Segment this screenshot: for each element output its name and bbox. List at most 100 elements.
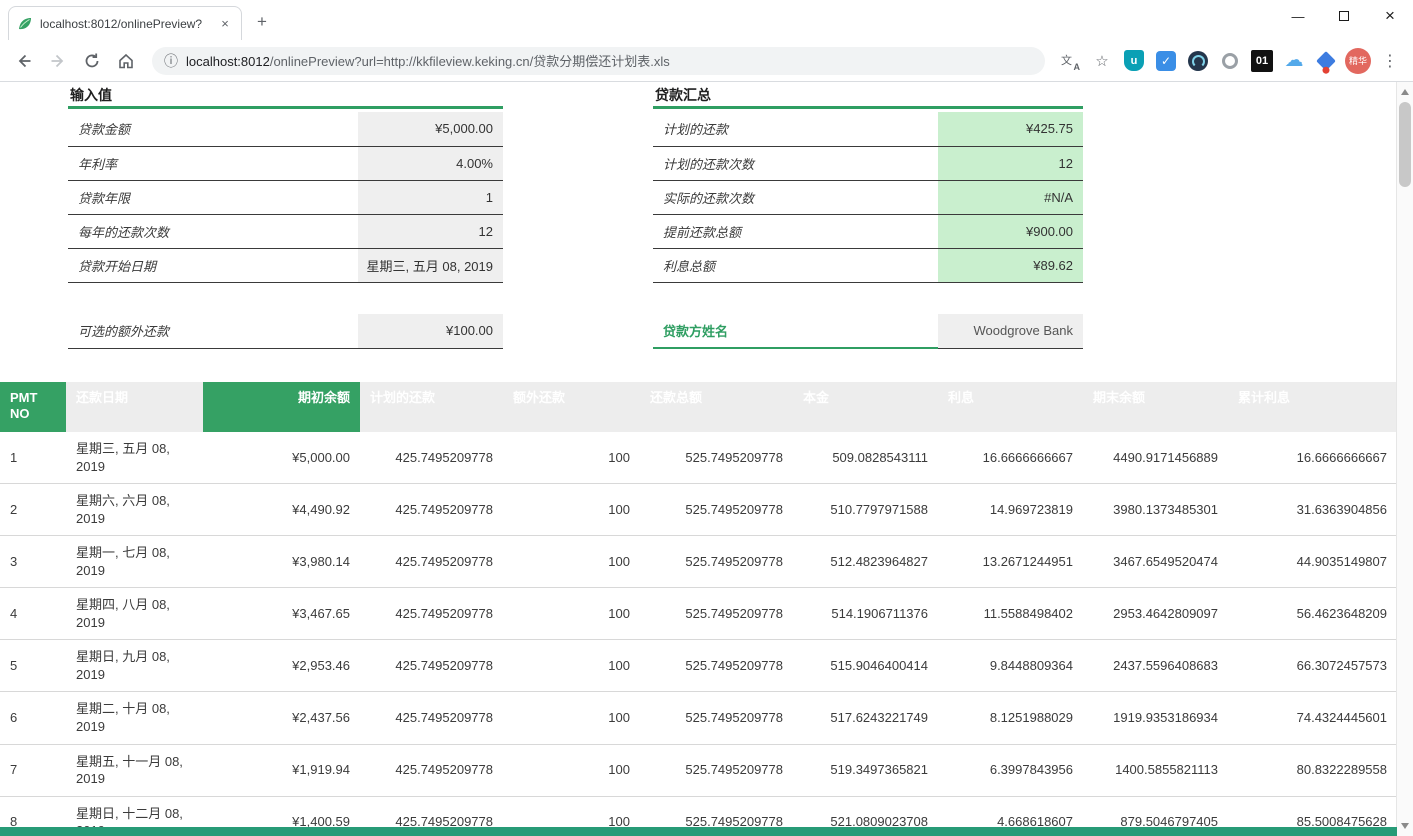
field-value: ¥425.75 xyxy=(938,112,1083,146)
badge-extension-button[interactable]: 01 xyxy=(1249,48,1275,74)
forward-button[interactable] xyxy=(44,47,72,75)
field-label: 计划的还款 xyxy=(653,112,938,146)
schedule-cell: ¥2,437.56 xyxy=(203,692,360,744)
field-row: 计划的还款¥425.75 xyxy=(653,112,1083,146)
schedule-row: 3星期一, 七月 08, 2019¥3,980.14425.7495209778… xyxy=(0,536,1397,588)
schedule-cell: 56.4623648209 xyxy=(1228,588,1397,640)
schedule-row: 2星期六, 六月 08, 2019¥4,490.92425.7495209778… xyxy=(0,484,1397,536)
schedule-cell: 100 xyxy=(503,744,640,796)
sheet-bottom-bar xyxy=(0,827,1397,836)
check-extension-button[interactable]: ✓ xyxy=(1153,48,1179,74)
schedule-cell: ¥2,953.46 xyxy=(203,640,360,692)
maximize-button[interactable] xyxy=(1321,0,1367,32)
refresh-button[interactable] xyxy=(78,47,106,75)
field-value: 星期三, 五月 08, 2019 xyxy=(358,248,503,282)
schedule-cell: 100 xyxy=(503,588,640,640)
amortization-schedule-table: PMT NO还款日期期初余额计划的还款额外还款还款总额本金利息期末余额累计利息 … xyxy=(0,382,1397,836)
browser-tab[interactable]: localhost:8012/onlinePreview? × xyxy=(8,6,242,40)
schedule-row: 4星期四, 八月 08, 2019¥3,467.65425.7495209778… xyxy=(0,588,1397,640)
schedule-header-row: PMT NO还款日期期初余额计划的还款额外还款还款总额本金利息期末余额累计利息 xyxy=(0,382,1397,432)
schedule-header: 还款日期 xyxy=(66,382,203,432)
schedule-cell: ¥4,490.92 xyxy=(203,484,360,536)
schedule-cell: 1 xyxy=(0,432,66,484)
schedule-row: 1星期三, 五月 08, 2019¥5,000.00425.7495209778… xyxy=(0,432,1397,484)
new-tab-button[interactable]: + xyxy=(248,8,276,36)
schedule-cell: 525.7495209778 xyxy=(640,484,793,536)
schedule-cell: 519.3497365821 xyxy=(793,744,938,796)
schedule-cell: 6.3997843956 xyxy=(938,744,1083,796)
scroll-up-arrow-icon[interactable] xyxy=(1401,89,1409,95)
cloud-extension-icon: ☁ xyxy=(1285,51,1304,70)
schedule-cell: 2437.5596408683 xyxy=(1083,640,1228,692)
schedule-cell: 66.3072457573 xyxy=(1228,640,1397,692)
scroll-down-arrow-icon[interactable] xyxy=(1401,823,1409,829)
field-row: 贷款金额¥5,000.00 xyxy=(68,112,503,146)
schedule-cell: 100 xyxy=(503,536,640,588)
back-button[interactable] xyxy=(10,47,38,75)
schedule-cell: 3980.1373485301 xyxy=(1083,484,1228,536)
maximize-icon xyxy=(1339,11,1349,21)
schedule-cell: 74.4324445601 xyxy=(1228,692,1397,744)
field-row: 贷款开始日期星期三, 五月 08, 2019 xyxy=(68,248,503,282)
close-button[interactable]: × xyxy=(1367,0,1413,32)
extra-payment-value: ¥100.00 xyxy=(358,314,503,348)
profile-avatar[interactable]: 精华 xyxy=(1345,48,1371,74)
dark-circle-extension-icon xyxy=(1188,51,1208,71)
gray-ring-extension-icon xyxy=(1222,53,1238,69)
scrollbar-thumb[interactable] xyxy=(1399,102,1411,187)
schedule-cell: 2953.4642809097 xyxy=(1083,588,1228,640)
schedule-cell: 525.7495209778 xyxy=(640,744,793,796)
bookmark-star-button[interactable]: ☆ xyxy=(1089,48,1115,74)
shield-extension-button[interactable]: u xyxy=(1121,48,1147,74)
schedule-header: 计划的还款 xyxy=(360,382,503,432)
address-bar[interactable]: ⓘ localhost:8012/onlinePreview?url=http:… xyxy=(152,47,1045,75)
gray-ring-extension-button[interactable] xyxy=(1217,48,1243,74)
url-text: localhost:8012/onlinePreview?url=http://… xyxy=(186,51,670,70)
field-label: 提前还款总额 xyxy=(653,214,938,248)
schedule-cell: 5 xyxy=(0,640,66,692)
schedule-cell: 星期四, 八月 08, 2019 xyxy=(66,588,203,640)
url-path: /onlinePreview?url=http://kkfileview.kek… xyxy=(270,54,670,69)
field-row: 贷款方姓名 Woodgrove Bank xyxy=(653,314,1083,348)
vertical-scrollbar[interactable] xyxy=(1396,82,1413,836)
field-row: 每年的还款次数12 xyxy=(68,214,503,248)
home-button[interactable] xyxy=(112,47,140,75)
schedule-header: PMT NO xyxy=(0,382,66,432)
schedule-cell: ¥3,467.65 xyxy=(203,588,360,640)
field-value: ¥89.62 xyxy=(938,248,1083,282)
schedule-cell: 425.7495209778 xyxy=(360,588,503,640)
translate-button[interactable]: 文 A xyxy=(1057,48,1083,74)
schedule-cell: 510.7797971588 xyxy=(793,484,938,536)
minimize-button[interactable]: — xyxy=(1275,0,1321,32)
schedule-header: 累计利息 xyxy=(1228,382,1397,432)
schedule-cell: ¥5,000.00 xyxy=(203,432,360,484)
browser-titlebar: localhost:8012/onlinePreview? × + — × xyxy=(0,0,1413,40)
schedule-cell: 14.969723819 xyxy=(938,484,1083,536)
schedule-cell: ¥1,919.94 xyxy=(203,744,360,796)
schedule-header: 利息 xyxy=(938,382,1083,432)
schedule-cell: 13.2671244951 xyxy=(938,536,1083,588)
cloud-extension-button[interactable]: ☁ xyxy=(1281,48,1307,74)
schedule-cell: 星期一, 七月 08, 2019 xyxy=(66,536,203,588)
schedule-cell: 16.6666666667 xyxy=(1228,432,1397,484)
extra-payment-table: 可选的额外还款 ¥100.00 xyxy=(68,314,503,349)
schedule-cell: 517.6243221749 xyxy=(793,692,938,744)
schedule-cell: 16.6666666667 xyxy=(938,432,1083,484)
schedule-cell: 2 xyxy=(0,484,66,536)
schedule-cell: 512.4823964827 xyxy=(793,536,938,588)
field-row: 贷款年限1 xyxy=(68,180,503,214)
tab-close-icon[interactable]: × xyxy=(217,16,233,32)
schedule-cell: 星期二, 十月 08, 2019 xyxy=(66,692,203,744)
refresh-icon xyxy=(83,52,101,70)
dark-circle-extension-button[interactable] xyxy=(1185,48,1211,74)
field-row: 利息总额¥89.62 xyxy=(653,248,1083,282)
browser-menu-button[interactable]: ⋮ xyxy=(1377,48,1403,74)
schedule-cell: 525.7495209778 xyxy=(640,536,793,588)
kite-extension-button[interactable] xyxy=(1313,48,1339,74)
schedule-cell: 8.1251988029 xyxy=(938,692,1083,744)
schedule-cell: 509.0828543111 xyxy=(793,432,938,484)
page-info-icon[interactable]: ⓘ xyxy=(164,51,178,71)
lender-name-label: 贷款方姓名 xyxy=(653,314,938,348)
schedule-row: 6星期二, 十月 08, 2019¥2,437.56425.7495209778… xyxy=(0,692,1397,744)
url-host: localhost:8012 xyxy=(186,54,270,69)
